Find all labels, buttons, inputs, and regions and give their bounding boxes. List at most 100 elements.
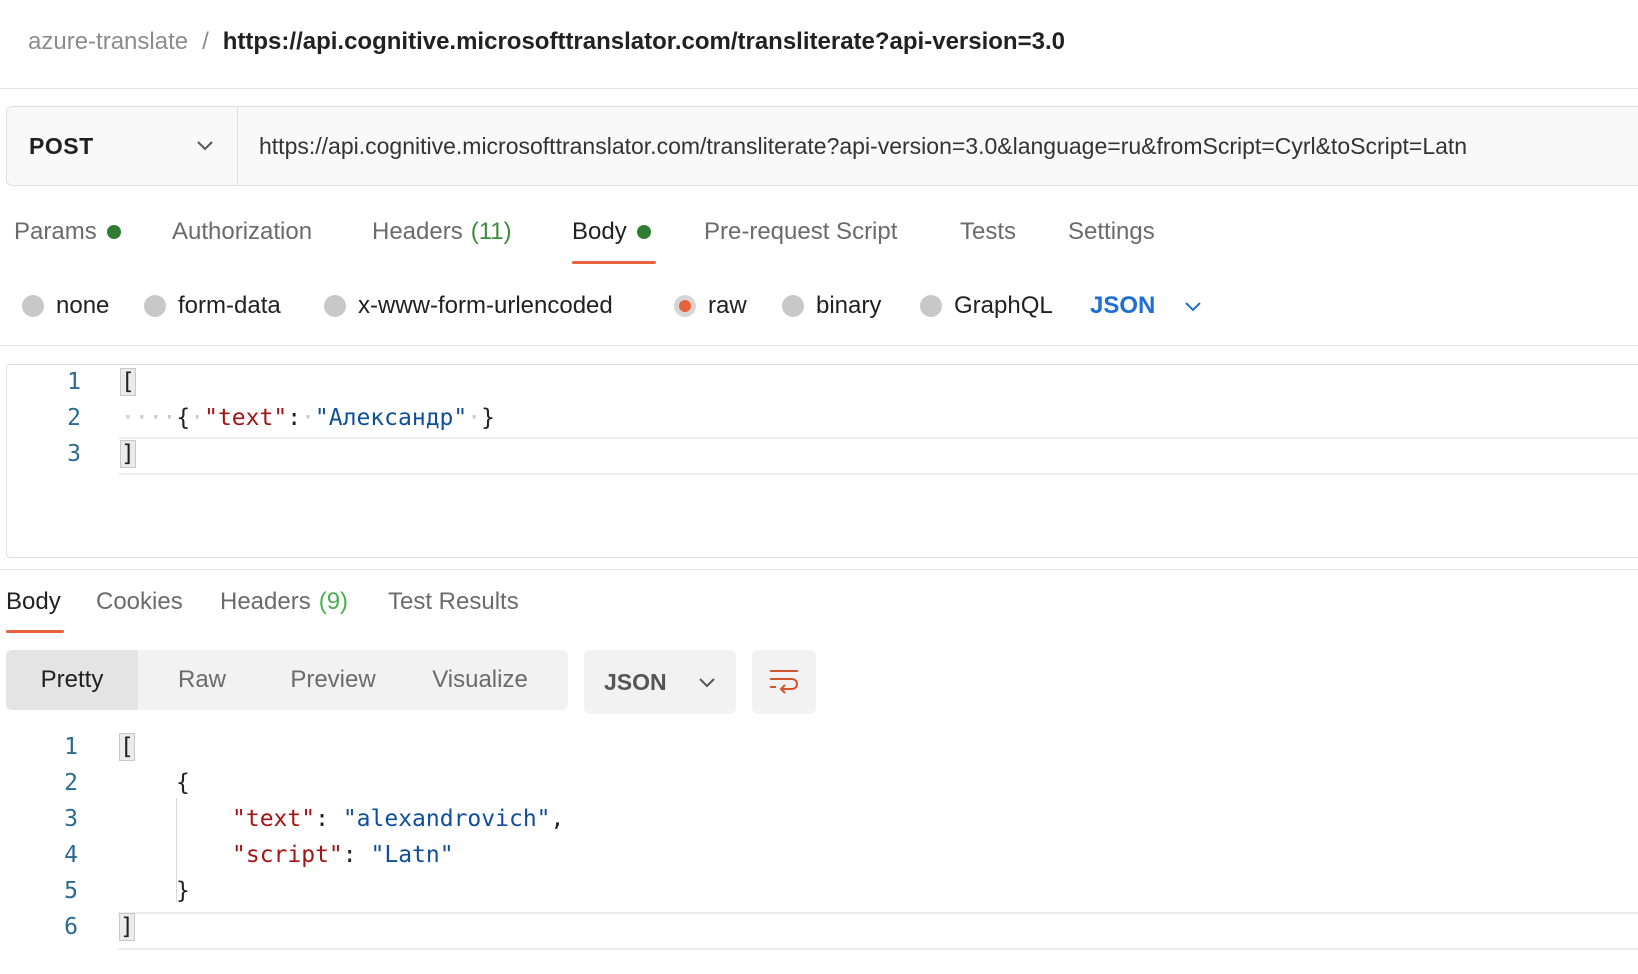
code-line: ····{·"text":·"Александр"·} (121, 405, 495, 431)
breadcrumb-separator: / (202, 28, 209, 55)
body-language-label: JSON (1090, 292, 1156, 319)
tab-params[interactable]: Params (14, 212, 121, 252)
response-tab-cookies[interactable]: Cookies (96, 582, 183, 622)
line-number: 1 (67, 369, 81, 395)
tab-authorization-label: Authorization (172, 218, 313, 245)
json-brace: } (481, 405, 495, 431)
method-label: POST (29, 132, 94, 159)
body-language-select[interactable]: JSON (1090, 288, 1203, 324)
wrap-lines-button[interactable] (752, 650, 816, 714)
radio-none-label: none (56, 292, 110, 319)
view-pretty-button[interactable]: Pretty (6, 650, 138, 710)
radio-binary-label: binary (816, 292, 882, 319)
radio-raw-label: raw (708, 292, 747, 319)
chevron-down-icon (1185, 302, 1202, 312)
json-key: "script" (232, 842, 343, 868)
radio-circle-icon (22, 295, 44, 317)
line-number: 4 (64, 842, 78, 868)
json-bracket: [ (119, 733, 135, 761)
response-format-label: JSON (604, 668, 667, 695)
response-tab-headers-label: Headers (220, 588, 311, 615)
radio-graphql[interactable]: GraphQL (920, 288, 1053, 324)
current-line-highlight (119, 437, 1638, 475)
radio-circle-icon (324, 295, 346, 317)
line-number: 1 (64, 734, 78, 760)
status-dot-icon (106, 225, 121, 239)
line-number: 2 (64, 770, 78, 796)
json-string: "alexandrovich" (342, 806, 551, 832)
response-format-select[interactable]: JSON (584, 650, 736, 714)
json-colon: : (315, 806, 329, 832)
json-brace: { (176, 405, 191, 431)
tab-headers-label: Headers (372, 218, 463, 245)
json-string: "Александр" (314, 405, 468, 431)
response-tab-body-label: Body (6, 588, 61, 615)
tab-authorization[interactable]: Authorization (172, 212, 312, 252)
line-number: 3 (67, 441, 81, 467)
tab-settings-label: Settings (1068, 218, 1155, 245)
breadcrumb: azure-translate / https://api.cognitive.… (28, 22, 1065, 62)
radio-form-data[interactable]: form-data (144, 288, 281, 324)
response-tab-test-results-label: Test Results (388, 588, 519, 615)
view-preview-button[interactable]: Preview (266, 650, 400, 710)
code-line: ] (120, 440, 136, 468)
radio-circle-icon (144, 295, 166, 317)
method-select[interactable]: POST (7, 107, 238, 185)
response-tab-cookies-label: Cookies (96, 588, 183, 615)
tab-prerequest-label: Pre-request Script (704, 218, 898, 245)
tab-tests-label: Tests (960, 218, 1017, 245)
url-input[interactable]: https://api.cognitive.microsofttranslato… (259, 107, 1467, 185)
url-bar: POST https://api.cognitive.microsofttran… (6, 106, 1638, 186)
status-dot-icon (636, 225, 651, 239)
code-line: "text": "alexandrovich", (232, 806, 564, 832)
radio-circle-icon (782, 295, 804, 317)
current-line-highlight (118, 912, 1638, 950)
line-number: 3 (64, 806, 78, 832)
headers-count-badge: (11) (470, 218, 512, 245)
code-line: "script": "Latn" (232, 842, 454, 868)
tab-body-label: Body (572, 218, 627, 245)
json-brace: { (176, 770, 190, 796)
json-brace: } (176, 878, 190, 904)
breadcrumb-collection[interactable]: azure-translate (28, 28, 188, 56)
active-tab-indicator (572, 261, 656, 264)
radio-graphql-label: GraphQL (954, 292, 1053, 319)
tab-headers[interactable]: Headers (11) (372, 212, 512, 252)
radio-urlencoded[interactable]: x-www-form-urlencoded (324, 288, 613, 324)
line-number: 5 (64, 878, 78, 904)
response-tab-test-results[interactable]: Test Results (388, 582, 519, 622)
response-body-viewer[interactable]: 1 2 3 4 5 6 [ { "text": "alexandrovich",… (0, 730, 1638, 950)
divider (0, 345, 1638, 346)
active-tab-indicator (6, 630, 64, 633)
tab-prerequest-script[interactable]: Pre-request Script (704, 212, 897, 252)
radio-selected-icon (674, 295, 696, 317)
radio-circle-icon (920, 295, 942, 317)
json-bracket: ] (119, 913, 135, 941)
divider (0, 88, 1638, 89)
response-tab-body[interactable]: Body (6, 582, 61, 622)
json-colon: : (342, 842, 357, 868)
response-view-switcher: Pretty Raw Preview Visualize (6, 650, 568, 710)
radio-urlencoded-label: x-www-form-urlencoded (358, 292, 613, 319)
view-raw-button[interactable]: Raw (138, 650, 266, 710)
response-tab-headers[interactable]: Headers (9) (220, 582, 348, 622)
radio-binary[interactable]: binary (782, 288, 881, 324)
tab-body[interactable]: Body (572, 212, 651, 252)
view-visualize-button[interactable]: Visualize (400, 650, 560, 710)
code-line: { (176, 770, 190, 796)
radio-none[interactable]: none (22, 288, 109, 324)
code-line: } (176, 878, 190, 904)
request-body-editor[interactable]: 1 2 3 [ ····{·"text":·"Александр"·} ] (6, 364, 1638, 558)
json-bracket: ] (120, 440, 136, 468)
tab-tests[interactable]: Tests (960, 212, 1016, 252)
code-line: [ (120, 368, 136, 396)
radio-raw[interactable]: raw (674, 288, 747, 324)
line-number: 6 (64, 914, 78, 940)
json-key: "text" (232, 806, 316, 832)
chevron-down-icon (698, 678, 715, 688)
tab-params-label: Params (14, 218, 97, 245)
breadcrumb-request-name[interactable]: https://api.cognitive.microsofttranslato… (223, 28, 1065, 56)
json-key: "text" (204, 405, 288, 431)
code-line: [ (119, 733, 135, 761)
tab-settings[interactable]: Settings (1068, 212, 1155, 252)
